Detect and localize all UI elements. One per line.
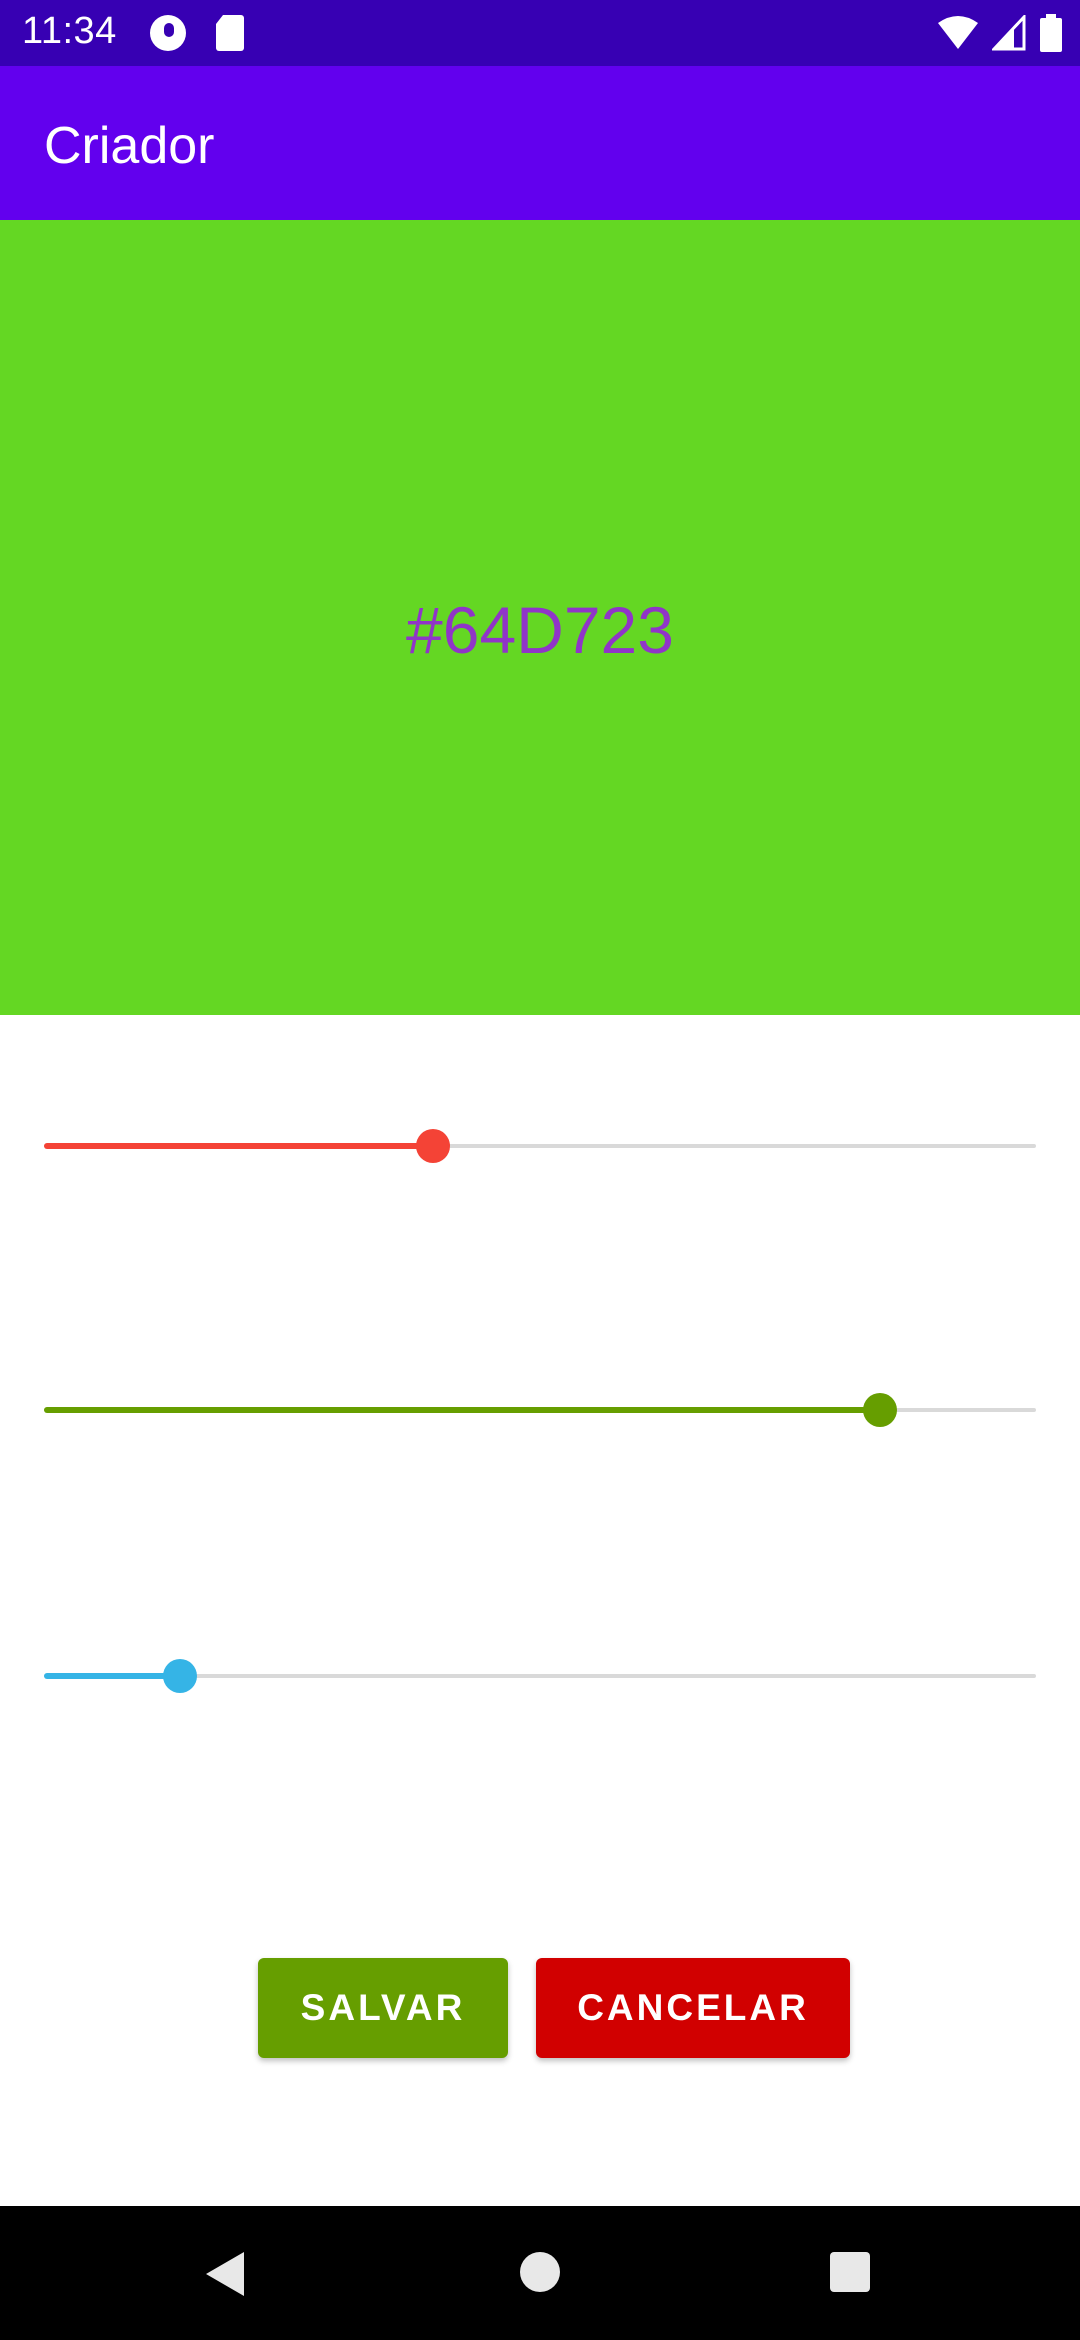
green-slider[interactable] (44, 1380, 1036, 1440)
battery-icon (1040, 14, 1062, 52)
hex-value-label: #64D723 (406, 592, 674, 667)
sync-icon (150, 15, 186, 51)
blue-slider-fill (44, 1673, 180, 1679)
red-slider-fill (44, 1143, 433, 1149)
signal-icon (992, 15, 1026, 51)
blue-slider-thumb[interactable] (162, 1659, 197, 1693)
red-slider[interactable] (44, 1116, 1036, 1176)
home-icon[interactable] (520, 2252, 560, 2292)
color-preview: #64D723 (0, 220, 1080, 1015)
red-slider-thumb[interactable] (415, 1129, 450, 1163)
sd-card-icon (216, 15, 244, 51)
green-slider-thumb[interactable] (863, 1393, 898, 1427)
recents-icon[interactable] (830, 2252, 870, 2292)
blue-slider[interactable] (44, 1646, 1036, 1706)
app-bar: Criador (0, 66, 1080, 220)
cancel-button[interactable]: CANCELAR (536, 1958, 850, 2058)
navigation-bar (0, 2206, 1080, 2340)
app-title: Criador (44, 117, 215, 175)
wifi-icon (938, 16, 978, 49)
status-bar: 11:34 (0, 0, 1080, 66)
back-icon[interactable] (206, 2252, 244, 2296)
save-button[interactable]: SALVAR (258, 1958, 508, 2058)
green-slider-fill (44, 1407, 881, 1413)
status-right-icons (938, 14, 1062, 52)
status-time: 11:34 (22, 10, 117, 52)
